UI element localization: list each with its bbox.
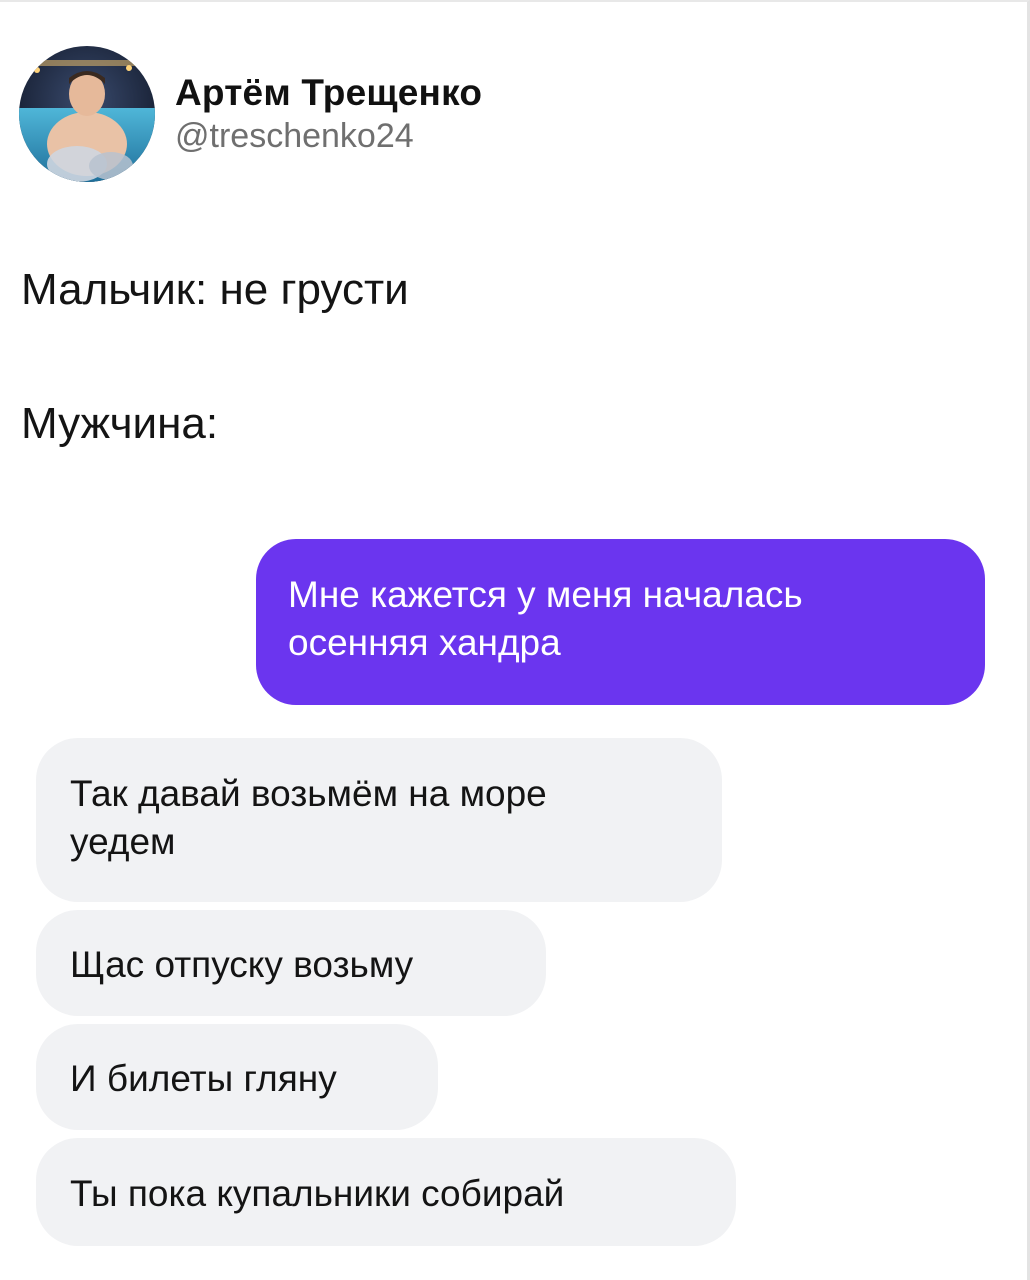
message-text-line: Щас отпуску возьму — [70, 944, 414, 985]
incoming-message-bubble: Щас отпуску возьму — [36, 910, 546, 1016]
message-text-line: Мне кажется у меня началась — [288, 574, 803, 615]
incoming-message-bubble: Ты пока купальники собирай — [36, 1138, 736, 1246]
message-text-line: И билеты гляну — [70, 1058, 337, 1099]
incoming-message-bubble: И билеты гляну — [36, 1024, 438, 1130]
post-text-line: Мальчик: не грусти — [21, 265, 409, 314]
author-names: Артём Трещенко @treschenko24 — [175, 71, 482, 157]
author-display-name[interactable]: Артём Трещенко — [175, 71, 482, 115]
avatar[interactable] — [19, 46, 155, 182]
post-header: Артём Трещенко @treschenko24 — [19, 46, 482, 182]
outgoing-message-bubble: Мне кажется у меня началась осенняя ханд… — [256, 539, 985, 705]
author-handle[interactable]: @treschenko24 — [175, 115, 482, 157]
message-text-line: Ты пока купальники собирай — [70, 1173, 565, 1214]
message-text-line: Так давай возьмём на море — [70, 773, 547, 814]
incoming-message-bubble: Так давай возьмём на море уедем — [36, 738, 722, 902]
message-text-line: осенняя хандра — [288, 622, 561, 663]
message-text-line: уедем — [70, 821, 176, 862]
post-text-line: Мужчина: — [21, 399, 219, 448]
avatar-photo-icon — [19, 46, 155, 182]
